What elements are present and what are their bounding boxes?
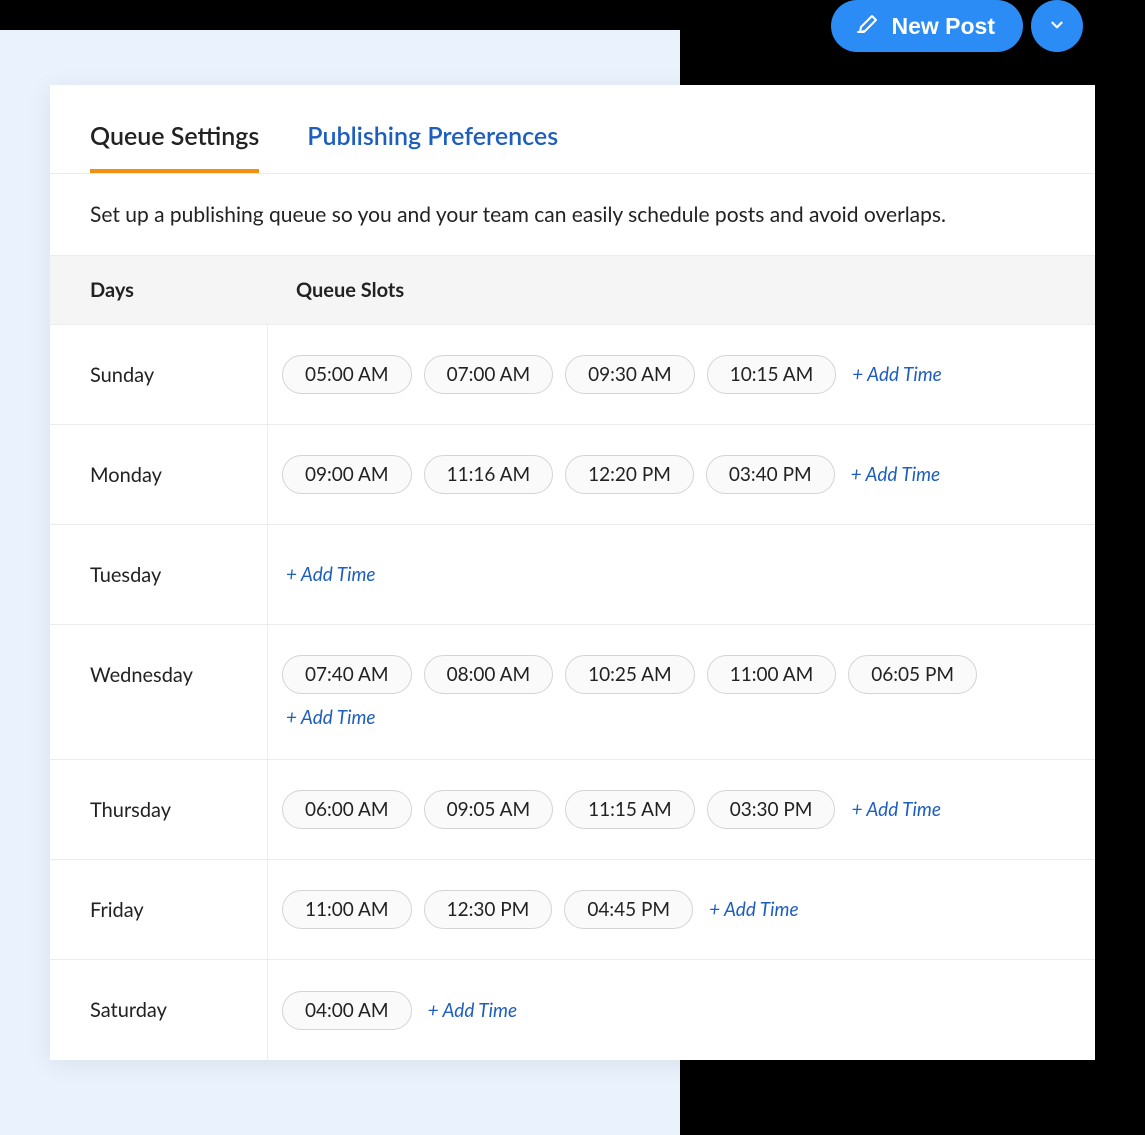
time-slot-pill[interactable]: 12:30 PM xyxy=(424,890,553,929)
table-header: Days Queue Slots xyxy=(50,255,1095,325)
time-slot-pill[interactable]: 05:00 AM xyxy=(282,355,412,394)
day-label: Saturday xyxy=(50,960,268,1060)
add-time-link[interactable]: + Add Time xyxy=(851,798,941,821)
time-slot-pill[interactable]: 08:00 AM xyxy=(424,655,554,694)
time-slot-pill[interactable]: 11:16 AM xyxy=(424,455,554,494)
new-post-dropdown-button[interactable] xyxy=(1031,0,1083,52)
add-time-link[interactable]: + Add Time xyxy=(852,363,942,386)
description-text: Set up a publishing queue so you and you… xyxy=(50,174,1095,255)
day-slots: 11:00 AM 12:30 PM 04:45 PM + Add Time xyxy=(268,860,1095,959)
time-slot-pill[interactable]: 09:00 AM xyxy=(282,455,412,494)
time-slot-pill[interactable]: 09:30 AM xyxy=(565,355,695,394)
new-post-button-group: New Post xyxy=(831,0,1083,52)
day-label: Sunday xyxy=(50,325,268,424)
day-label: Friday xyxy=(50,860,268,959)
day-label: Wednesday xyxy=(50,625,268,759)
add-time-link[interactable]: + Add Time xyxy=(286,563,376,586)
time-slot-pill[interactable]: 10:25 AM xyxy=(565,655,695,694)
day-slots: 06:00 AM 09:05 AM 11:15 AM 03:30 PM + Add Ti… xyxy=(268,760,1095,859)
tabs: Queue Settings Publishing Preferences xyxy=(50,85,1095,174)
day-slots: 05:00 AM 07:00 AM 09:30 AM 10:15 AM + Add Ti… xyxy=(268,325,1095,424)
time-slot-pill[interactable]: 07:40 AM xyxy=(282,655,412,694)
time-slot-pill[interactable]: 12:20 PM xyxy=(565,455,694,494)
days-table-body: Sunday 05:00 AM 07:00 AM 09:30 AM 10:15 AM + … xyxy=(50,325,1095,1060)
tab-publishing-preferences[interactable]: Publishing Preferences xyxy=(307,121,558,173)
day-row: Tuesday + Add Time xyxy=(50,525,1095,625)
time-slot-pill[interactable]: 04:45 PM xyxy=(564,890,693,929)
day-row: Friday 11:00 AM 12:30 PM 04:45 PM + Add Time xyxy=(50,860,1095,960)
column-header-days: Days xyxy=(50,256,268,324)
pencil-icon xyxy=(855,11,879,41)
new-post-label: New Post xyxy=(891,13,995,40)
column-header-slots: Queue Slots xyxy=(268,256,1095,324)
day-label: Thursday xyxy=(50,760,268,859)
day-slots: + Add Time xyxy=(268,525,1095,624)
day-row: Saturday 04:00 AM + Add Time xyxy=(50,960,1095,1060)
day-row: Thursday 06:00 AM 09:05 AM 11:15 AM 03:30 PM… xyxy=(50,760,1095,860)
add-time-link[interactable]: + Add Time xyxy=(286,706,376,729)
add-time-link[interactable]: + Add Time xyxy=(428,999,518,1022)
time-slot-pill[interactable]: 11:00 AM xyxy=(707,655,837,694)
settings-card: Queue Settings Publishing Preferences Se… xyxy=(50,85,1095,1060)
day-slots: 04:00 AM + Add Time xyxy=(268,960,1095,1060)
time-slot-pill[interactable]: 06:05 PM xyxy=(848,655,977,694)
day-row: Monday 09:00 AM 11:16 AM 12:20 PM 03:40 PM + … xyxy=(50,425,1095,525)
day-row: Wednesday 07:40 AM 08:00 AM 10:25 AM 11:00 A… xyxy=(50,625,1095,760)
add-time-link[interactable]: + Add Time xyxy=(709,898,799,921)
day-label: Monday xyxy=(50,425,268,524)
time-slot-pill[interactable]: 11:00 AM xyxy=(282,890,412,929)
tab-queue-settings[interactable]: Queue Settings xyxy=(90,121,259,173)
time-slot-pill[interactable]: 11:15 AM xyxy=(565,790,695,829)
time-slot-pill[interactable]: 03:30 PM xyxy=(707,790,836,829)
time-slot-pill[interactable]: 10:15 AM xyxy=(707,355,837,394)
new-post-button[interactable]: New Post xyxy=(831,0,1023,52)
time-slot-pill[interactable]: 06:00 AM xyxy=(282,790,412,829)
time-slot-pill[interactable]: 04:00 AM xyxy=(282,991,412,1030)
add-time-link[interactable]: + Add Time xyxy=(851,463,941,486)
time-slot-pill[interactable]: 03:40 PM xyxy=(706,455,835,494)
time-slot-pill[interactable]: 07:00 AM xyxy=(424,355,554,394)
day-slots: 07:40 AM 08:00 AM 10:25 AM 11:00 AM 06:05 PM… xyxy=(268,625,1095,759)
day-slots: 09:00 AM 11:16 AM 12:20 PM 03:40 PM + Add Ti… xyxy=(268,425,1095,524)
day-label: Tuesday xyxy=(50,525,268,624)
time-slot-pill[interactable]: 09:05 AM xyxy=(424,790,554,829)
day-row: Sunday 05:00 AM 07:00 AM 09:30 AM 10:15 AM + … xyxy=(50,325,1095,425)
chevron-down-icon xyxy=(1048,16,1066,37)
